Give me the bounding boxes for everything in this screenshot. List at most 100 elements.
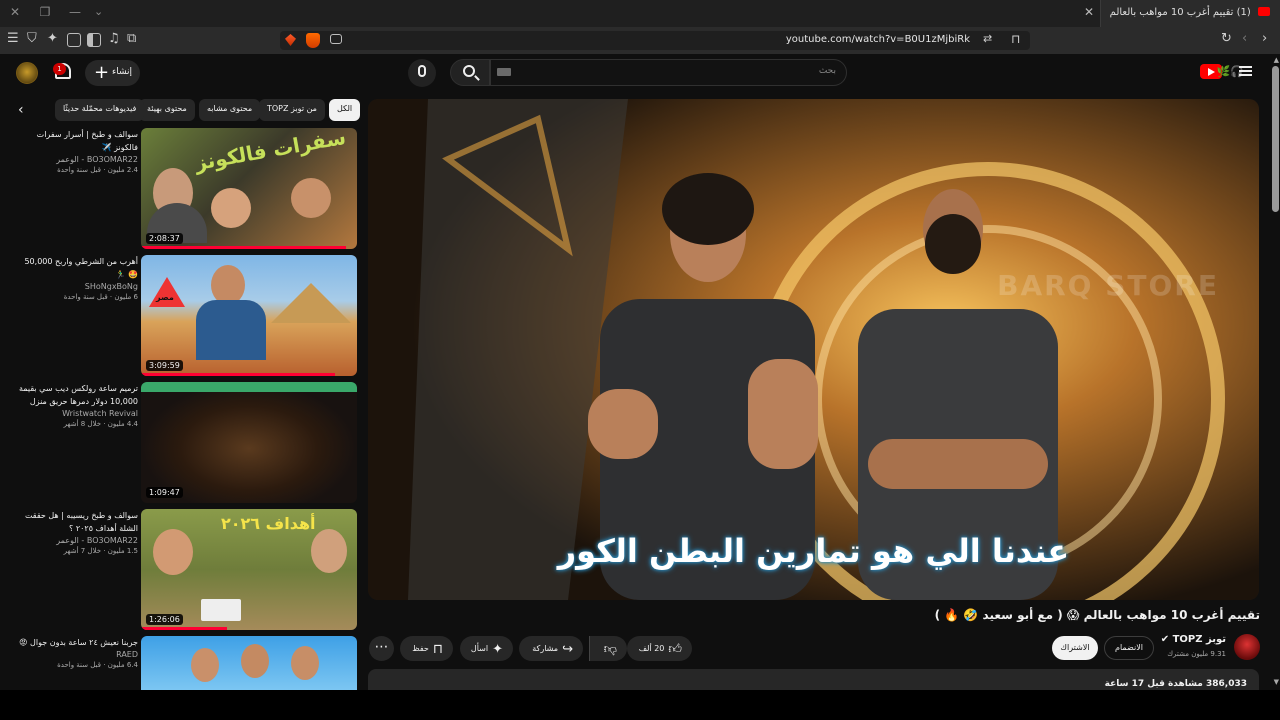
join-button[interactable]: الانضمام [1104,636,1154,660]
view-count: 386,033 مشاهدة قبل 17 ساعة [1104,679,1247,689]
rec-channel[interactable]: BO3OMAR22 - الوعمر [18,536,138,545]
rec-title[interactable]: جربنا نعيش ٢٤ ساعة بدون جوال 😡 [18,636,138,649]
youtube-header: 1 إنشاء + بحث 🌿🎧 [0,54,1280,94]
save-button[interactable]: ⊓حفظ [400,636,453,661]
chip-related[interactable]: محتوى بهيئة [139,99,195,121]
search-button[interactable] [450,59,490,86]
subscribe-button[interactable]: الاشتراك [1052,636,1098,660]
share-label: مشاركة [532,644,559,653]
scrollbar-thumb[interactable] [1272,66,1279,212]
minimize-window-icon[interactable]: — [65,5,85,19]
bottom-bar [0,690,1280,720]
tabs-icon[interactable] [67,33,81,47]
scroll-down-arrow-icon[interactable]: ▼ [1274,678,1279,686]
rec-stats: 4.4 مليون · خلال 8 أشهر [63,420,138,428]
share-button[interactable]: ↪مشاركة [519,636,583,661]
brave-rewards-icon[interactable] [285,34,296,46]
account-avatar[interactable] [16,62,38,84]
create-button[interactable]: إنشاء + [85,60,140,86]
chip-label: محتوى بهيئة [147,104,187,113]
chip-label: محتوى مشابه [207,104,253,113]
rec-text[interactable]: جربنا نعيش ٢٤ ساعة بدون جوال 😡 RAED 6.4 … [18,636,138,669]
chips-chevron-left-icon[interactable]: ‹ [18,102,24,118]
ask-button[interactable]: ✦اسأل [460,636,513,661]
thumbs-down-icon: 👎︎ [603,642,617,657]
rec-text[interactable]: أهرب من الشرطي واربح 50,000 🤩 🏃‍♂️ SHoNg… [18,255,138,301]
music-icon[interactable]: ♫ [108,31,120,46]
rec-title[interactable]: أهرب من الشرطي واربح 50,000 🤩 🏃‍♂️ [18,255,138,281]
rec-channel[interactable]: Wristwatch Revival [18,409,138,418]
scroll-up-arrow-icon[interactable]: ▲ [1274,56,1279,64]
tab-close-icon[interactable]: ✕ [1084,5,1094,19]
chip-all[interactable]: الكل [329,99,361,121]
shield-icon[interactable]: ⛉ [27,31,37,46]
thumbs-up-icon: 👍︎ [668,642,682,657]
chip-similar[interactable]: محتوى مشابه [199,99,261,121]
rec-text[interactable]: سوالف و طبخ ريسيبه | هل حققت الشلة أهداف… [18,509,138,555]
bookmark-icon[interactable]: ⊓ [1011,32,1020,46]
rec-thumbnail[interactable]: سفرات فالكونز 2:08:37 [141,128,357,249]
rec-thumbnail[interactable]: مصر 3:09:59 [141,255,357,376]
tab-list-chevron-down-icon[interactable]: ⌄ [94,5,103,18]
thumbnail-text: سفرات فالكونز [193,128,348,176]
watch-progress [141,246,347,249]
voice-search-button[interactable] [408,59,436,87]
reload-icon[interactable]: ↻ [1221,31,1232,46]
video-title: تقييم أغرب 10 مواهب بالعالم 😱 ( مع أبو س… [934,608,1260,622]
video-frame [368,99,1259,600]
site-settings-icon[interactable]: ⇄ [983,32,992,45]
channel-name[interactable]: توبز TOPZ ✔ [1161,634,1226,645]
more-actions-icon[interactable]: ⋯ [369,636,394,661]
watermark: BARQ STORE [997,269,1219,302]
ask-label: اسأل [470,644,489,653]
restore-window-icon[interactable]: ❐ [35,5,55,19]
create-label: إنشاء [111,67,132,77]
sparkle-icon: ✦ [492,642,503,657]
video-player[interactable]: BARQ STORE عندنا الي هو تمارين البطن الك… [368,99,1259,600]
forward-arrow-icon[interactable]: › [1262,31,1267,46]
rec-stats: 6.4 مليون · قبل سنة واحدة [57,661,138,669]
rec-text[interactable]: ترميم ساعة رولكس ديب سي بقيمة 10,000 دول… [18,382,138,428]
back-arrow-icon[interactable]: ‹ [1242,31,1247,46]
rec-channel[interactable]: SHoNgxBoNg [18,282,138,291]
chip-label: فيديوهات محمّلة حديثًا [63,104,137,113]
notification-badge: 1 [53,63,66,75]
search-input[interactable]: بحث [490,59,847,86]
thumbnail-text: مصر [156,293,174,302]
dislike-button[interactable]: 👎︎ [589,636,627,661]
like-count: 20 ألف [638,644,665,653]
puzzle-icon[interactable]: ⧉ [127,31,136,46]
cast-icon[interactable] [330,34,342,44]
like-button[interactable]: 👍︎20 ألف [627,636,692,661]
rec-title[interactable]: سوالف و طبخ | أسرار سفرات فالكونز ✈️ [18,128,138,154]
channel-avatar[interactable] [1234,634,1260,660]
chip-recent[interactable]: فيديوهات محمّلة حديثًا [55,99,145,121]
chip-from-topz[interactable]: من توبز TOPZ [259,99,325,121]
guide-menu-icon[interactable] [1239,66,1252,76]
address-bar[interactable]: youtube.com/watch?v=B0U1zMjbiRk ⇄ ⊓ [280,31,1030,50]
rec-thumbnail[interactable]: 1:09:47 [141,382,357,503]
rec-channel[interactable]: BO3OMAR22 - الوعمر [18,155,138,164]
brave-shield-icon[interactable] [306,33,320,48]
rec-thumbnail[interactable]: أهداف ٢٠٢٦ 1:26:06 [141,509,357,630]
duration-badge: 3:09:59 [146,360,183,371]
search-icon [463,65,475,77]
duration-badge: 1:26:06 [146,614,183,625]
rec-title[interactable]: ترميم ساعة رولكس ديب سي بقيمة 10,000 دول… [18,382,138,408]
duration-badge: 2:08:37 [146,233,183,244]
rec-text[interactable]: سوالف و طبخ | أسرار سفرات فالكونز ✈️ BO3… [18,128,138,174]
rec-title[interactable]: سوالف و طبخ ريسيبه | هل حققت الشلة أهداف… [18,509,138,535]
rec-channel[interactable]: RAED [18,650,138,659]
close-window-icon[interactable]: ✕ [5,5,25,19]
subscriber-count: 9.31 مليون مشترك [1167,650,1226,658]
duration-badge: 1:09:47 [146,487,183,498]
browser-tab[interactable]: (1) تقييم أغرب 10 مواهب بالعالم [1100,0,1280,27]
rec-stats: 2.4 مليون · قبل سنة واحدة [57,166,138,174]
bookmark-icon: ⊓ [432,642,443,657]
extensions-icon[interactable]: ✦ [47,31,58,46]
sidebar-icon[interactable] [87,33,101,47]
rec-thumbnail[interactable] [141,636,357,690]
menu-icon[interactable]: ☰ [7,31,19,46]
keyboard-icon[interactable] [497,68,511,76]
verified-check-icon: ✔ [1160,634,1170,645]
